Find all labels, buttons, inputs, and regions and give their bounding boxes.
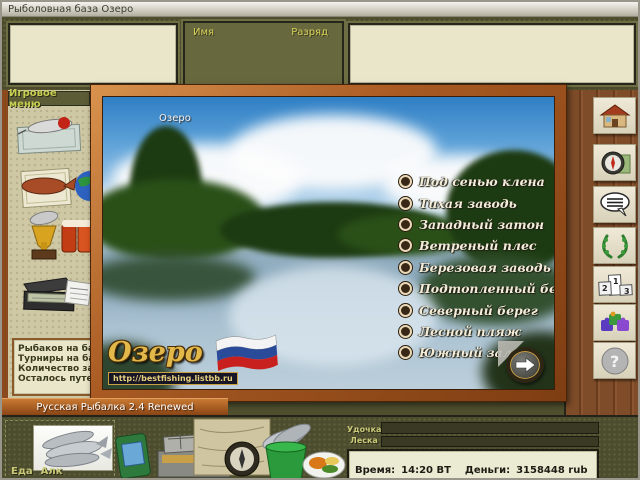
radio-icon[interactable] (399, 282, 412, 295)
time-value: 14:20 ВТ (401, 465, 451, 476)
compass-icon[interactable] (225, 442, 259, 476)
svg-text:2: 2 (602, 284, 608, 293)
money-value: 3158448 rub (516, 465, 587, 476)
achievements-button[interactable] (593, 227, 636, 264)
russian-flag-icon (214, 331, 281, 377)
rankings-button[interactable]: 1 2 3 (593, 266, 636, 303)
location-label[interactable]: Под сенью клена (419, 174, 545, 189)
game-menu-header: Игровое меню (8, 91, 90, 106)
location-dialog: Озеро Под сенью клена Тихая заводь (90, 84, 567, 402)
house-icon (598, 102, 632, 130)
location-label[interactable]: Ветреный плес (419, 238, 537, 253)
right-toolbar: 1 2 3 ? (564, 90, 638, 416)
laurel-wreath-icon (599, 232, 631, 260)
top-left-panel (8, 23, 178, 85)
chips-bag-icon[interactable] (115, 433, 151, 479)
radio-icon[interactable] (399, 197, 412, 210)
line-label: Леска (347, 436, 381, 445)
time-money-box: Время: 14:20 ВТ Деньги: 3158448 rub (347, 449, 599, 480)
arrow-right-icon (514, 357, 536, 373)
version-bar: Русская Рыбалка 2.4 Renewed (2, 398, 228, 415)
map-button[interactable] (593, 144, 636, 181)
version-text: Русская Рыбалка 2.4 Renewed (36, 402, 193, 413)
svg-text:1: 1 (613, 277, 619, 286)
food-plate-icon[interactable] (303, 452, 345, 478)
location-label[interactable]: Тихая заводь (419, 196, 517, 211)
location-list: Под сенью клена Тихая заводь Западный за… (399, 171, 555, 364)
shop-money-lure-icon[interactable] (14, 112, 86, 160)
location-option[interactable]: Лесной пляж (399, 321, 555, 342)
puzzle-icon (598, 310, 632, 336)
radio-icon[interactable] (399, 175, 412, 188)
player-list-panel: Имя Разряд (183, 21, 344, 87)
chat-bubble-icon (598, 191, 632, 219)
top-right-panel (348, 23, 636, 85)
radio-icon[interactable] (399, 218, 412, 231)
location-label[interactable]: Лесной пляж (419, 324, 521, 339)
location-label[interactable]: Березовая заводь (419, 260, 551, 275)
food-panel: Еда Алк (5, 420, 115, 480)
rod-value-slot[interactable] (381, 422, 599, 434)
next-page-button[interactable] (506, 347, 544, 383)
alcohol-label: Алк (41, 466, 63, 477)
line-value-slot[interactable] (381, 436, 599, 448)
game-menu-sidebar: Игровое меню (2, 90, 92, 400)
radio-icon[interactable] (399, 239, 412, 252)
location-option[interactable]: Подтопленный берег (399, 278, 555, 299)
beer-icon[interactable] (60, 214, 94, 264)
chat-button[interactable] (593, 186, 636, 223)
lake-photo: Озеро Под сенью клена Тихая заводь (102, 96, 555, 390)
window-titlebar[interactable]: Рыболовная база Озеро (2, 2, 638, 17)
money-label: Деньги: (465, 465, 510, 476)
location-option[interactable]: Березовая заводь (399, 257, 555, 278)
tackle-panel: Удочка Леска (347, 421, 599, 448)
rod-label: Удочка (347, 425, 381, 434)
game-menu-title: Игровое меню (9, 88, 89, 110)
player-rank-header: Разряд (291, 27, 328, 38)
inventory-strip (114, 417, 346, 480)
player-name-header: Имя (193, 27, 214, 38)
time-label: Время: (355, 465, 395, 476)
window-title: Рыболовная база Озеро (8, 4, 133, 15)
map-compass-icon (598, 149, 632, 177)
bottom-status-bar: Еда Алк (2, 415, 638, 480)
location-option[interactable]: Под сенью клена (399, 171, 555, 192)
radio-icon[interactable] (399, 346, 412, 359)
location-option[interactable]: Северный берег (399, 299, 555, 320)
game-window: Рыболовная база Озеро Имя Разряд Игровое… (0, 0, 640, 480)
podium-icon: 1 2 3 (597, 271, 633, 299)
help-icon: ? (600, 346, 630, 376)
caught-fish-photo[interactable] (33, 425, 113, 471)
fish-image (34, 426, 112, 470)
svg-text:3: 3 (624, 287, 630, 296)
location-option[interactable]: Ветреный плес (399, 235, 555, 256)
location-label[interactable]: Подтопленный берег (419, 281, 555, 296)
location-label[interactable]: Северный берег (419, 303, 538, 318)
location-option[interactable]: Тихая заводь (399, 192, 555, 213)
location-option[interactable]: Западный затон (399, 214, 555, 235)
radio-icon[interactable] (399, 304, 412, 317)
food-label: Еда (11, 466, 33, 477)
help-button[interactable]: ? (593, 342, 636, 379)
location-label[interactable]: Западный затон (419, 217, 544, 232)
radio-icon[interactable] (399, 325, 412, 338)
base-house-button[interactable] (593, 97, 636, 134)
radio-icon[interactable] (399, 261, 412, 274)
map-name-label: Озеро (159, 113, 191, 124)
trophy-icon[interactable] (22, 208, 64, 274)
svg-text:?: ? (610, 352, 619, 371)
addons-button[interactable] (593, 304, 636, 341)
top-strip: Имя Разряд (2, 18, 638, 92)
